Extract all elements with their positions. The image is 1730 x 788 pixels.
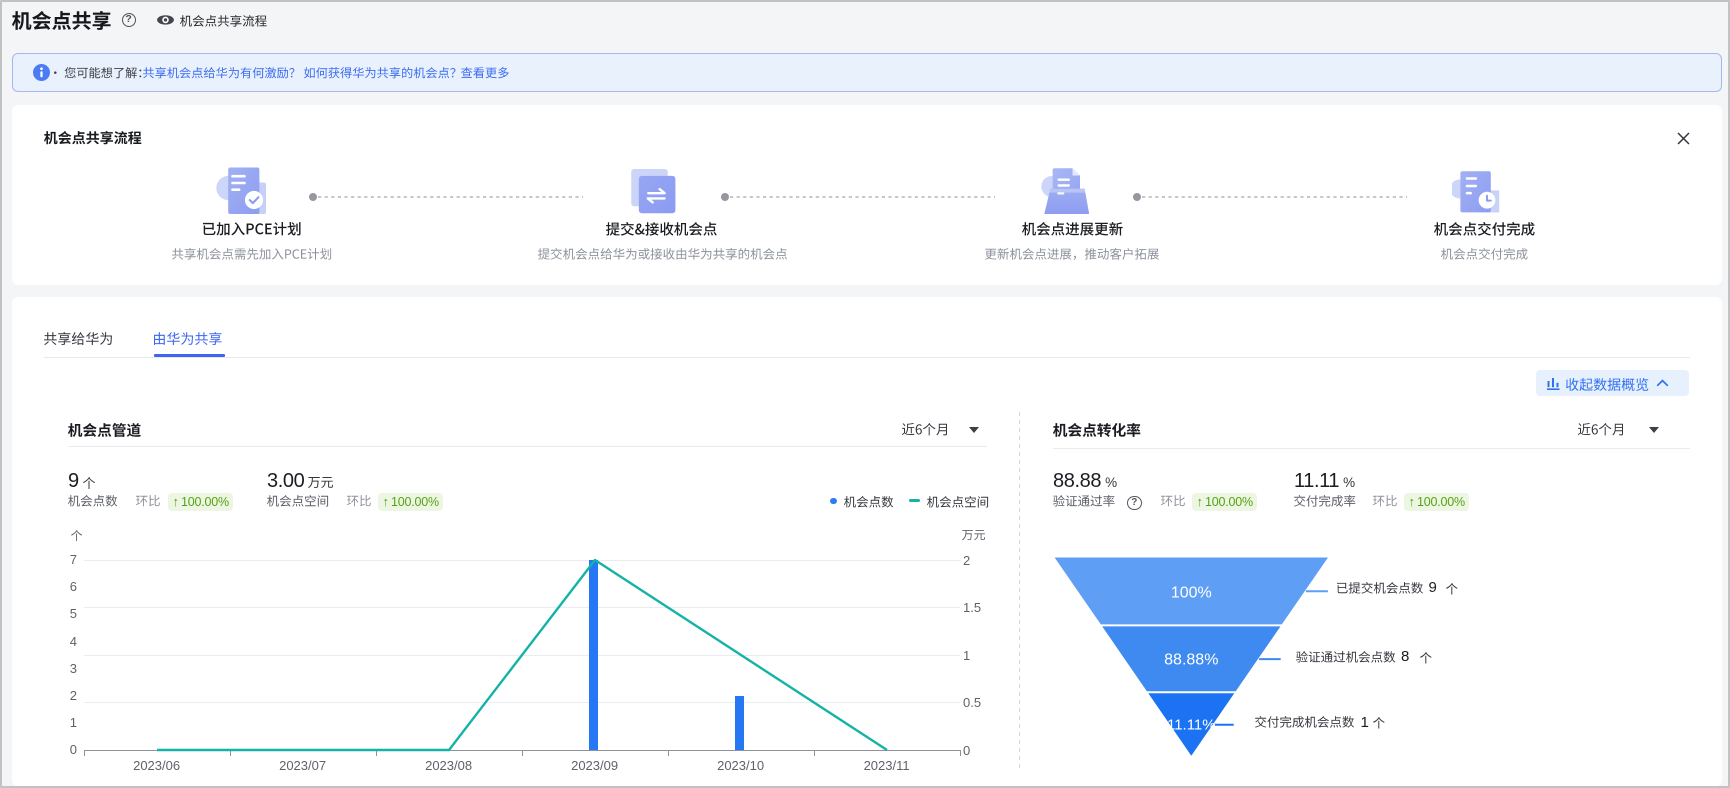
- svg-text:11.11%: 11.11%: [1167, 717, 1216, 734]
- svg-text:88.88%: 88.88%: [1164, 651, 1218, 668]
- svg-text:100%: 100%: [1171, 585, 1212, 602]
